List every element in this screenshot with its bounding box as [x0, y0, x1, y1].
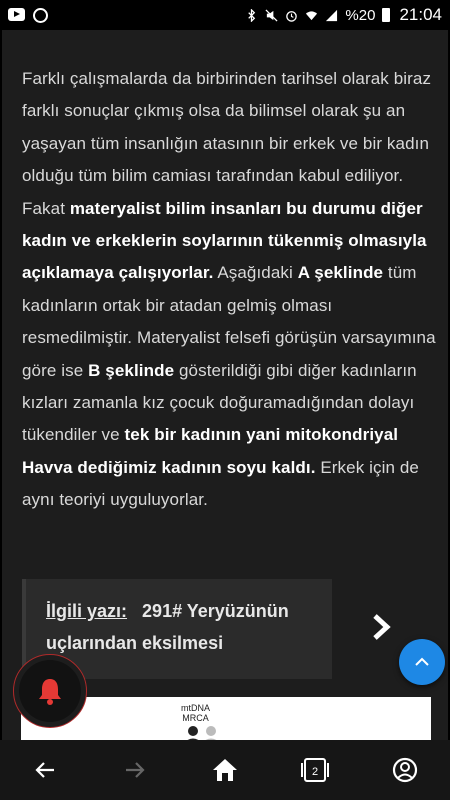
home-button[interactable]	[195, 740, 255, 800]
article-text-segment: Aşağıdaki	[213, 263, 298, 283]
notification-bell-button[interactable]	[13, 654, 87, 728]
person-figures-icon	[187, 726, 217, 740]
wifi-icon	[306, 10, 318, 20]
battery-icon	[382, 8, 391, 22]
chevron-up-icon	[415, 657, 429, 666]
chevron-right-icon[interactable]	[367, 612, 397, 642]
bell-button-inner	[19, 660, 81, 722]
scroll-to-top-button[interactable]	[399, 639, 445, 685]
forward-button[interactable]	[105, 740, 165, 800]
figure-label-line: mtDNA	[181, 703, 210, 713]
account-icon	[392, 757, 418, 783]
status-right-icons: %20 21:04	[245, 0, 442, 30]
back-arrow-icon	[35, 762, 54, 778]
forward-arrow-icon	[126, 762, 145, 778]
account-button[interactable]	[375, 740, 435, 800]
bell-icon	[39, 679, 61, 705]
status-bar: %20 21:04	[0, 0, 450, 30]
clock: 21:04	[399, 5, 442, 24]
signal-icon	[326, 9, 338, 21]
page-content[interactable]: Farklı çalışmalarda da birbirinden tarih…	[0, 30, 450, 740]
figure-label: mtDNA MRCA	[181, 703, 210, 723]
related-label[interactable]: İlgili yazı:	[46, 601, 127, 621]
tab-count: 2	[312, 766, 318, 778]
article-text-segment: Farklı çalışmalarda da birbirinden tarih…	[22, 69, 432, 218]
browser-bottom-nav: 2	[0, 740, 450, 800]
back-button[interactable]	[15, 740, 75, 800]
article-bold-segment: B şeklinde	[88, 360, 175, 380]
article-body: Farklı çalışmalarda da birbirinden tarih…	[22, 63, 437, 517]
alarm-icon	[286, 10, 298, 22]
status-left-icons	[0, 7, 48, 23]
mute-icon	[265, 8, 278, 22]
figure-label-line: MRCA	[182, 713, 209, 723]
tabs-icon: 2	[301, 758, 329, 782]
battery-percent: %20	[345, 6, 376, 24]
whatsapp-icon	[33, 7, 48, 23]
home-icon	[213, 759, 237, 781]
tabs-button[interactable]: 2	[285, 740, 345, 800]
bluetooth-icon	[248, 8, 256, 22]
youtube-icon	[8, 7, 25, 21]
article-bold-segment: A şeklinde	[297, 263, 384, 283]
article-card: Farklı çalışmalarda da birbirinden tarih…	[2, 30, 448, 740]
